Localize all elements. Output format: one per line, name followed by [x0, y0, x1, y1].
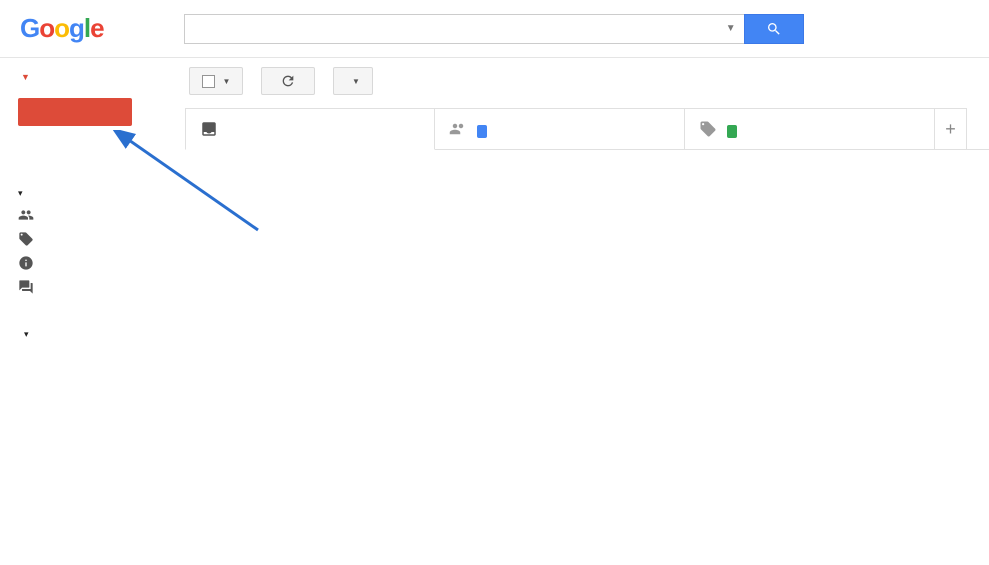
checkbox-icon — [202, 75, 215, 88]
chevron-down-icon: ▾ — [18, 188, 23, 199]
nav-forums[interactable] — [18, 275, 185, 299]
nav-categories-header[interactable]: ▾ — [18, 180, 185, 203]
nav-sent[interactable] — [18, 164, 185, 172]
nav-starred[interactable] — [18, 148, 185, 156]
nav-updates[interactable] — [18, 251, 185, 275]
search-icon — [766, 21, 782, 37]
nav-travel[interactable] — [18, 317, 185, 325]
tab-primary[interactable] — [185, 108, 435, 150]
nav-social[interactable] — [18, 203, 185, 227]
tag-icon — [699, 120, 717, 138]
forum-icon — [18, 279, 34, 295]
gmail-dropdown[interactable]: ▼ — [18, 72, 185, 82]
nav-more[interactable]: ▾ — [18, 325, 185, 344]
refresh-icon — [280, 73, 296, 89]
select-all-button[interactable]: ▼ — [189, 67, 243, 95]
content-area: ▼ ▼ — [185, 58, 989, 565]
tab-promotions-badge — [727, 125, 737, 138]
search-input[interactable]: ▼ — [184, 14, 744, 44]
nav-important[interactable] — [18, 156, 185, 164]
toolbar: ▼ ▼ — [185, 58, 989, 104]
search-button[interactable] — [744, 14, 804, 44]
sidebar: ▼ ▾ ▾ — [0, 58, 185, 565]
category-tabs: + — [185, 108, 989, 150]
google-logo[interactable]: Google — [20, 13, 104, 44]
chevron-down-icon: ▼ — [352, 77, 360, 86]
compose-button[interactable] — [18, 98, 132, 126]
search-box: ▼ — [184, 14, 804, 44]
inbox-icon — [200, 120, 218, 138]
nav-promotions[interactable] — [18, 227, 185, 251]
refresh-button[interactable] — [261, 67, 315, 95]
chevron-down-icon: ▼ — [223, 77, 231, 86]
people-icon — [449, 120, 467, 138]
info-icon — [18, 255, 34, 271]
nav-drafts[interactable] — [18, 172, 185, 180]
people-icon — [18, 207, 34, 223]
tab-add[interactable]: + — [935, 108, 967, 149]
tag-icon — [18, 231, 34, 247]
chevron-down-icon: ▼ — [21, 72, 30, 82]
tab-social[interactable] — [435, 108, 685, 149]
tab-promotions[interactable] — [685, 108, 935, 149]
nav-personal[interactable] — [18, 309, 185, 317]
chevron-down-icon: ▾ — [24, 329, 29, 340]
more-button[interactable]: ▼ — [333, 67, 373, 95]
header-bar: Google ▼ — [0, 0, 989, 58]
tab-social-badge — [477, 125, 487, 138]
search-options-dropdown-icon[interactable]: ▼ — [726, 23, 736, 34]
nav-inbox[interactable] — [18, 140, 185, 148]
plus-icon: + — [945, 119, 956, 140]
